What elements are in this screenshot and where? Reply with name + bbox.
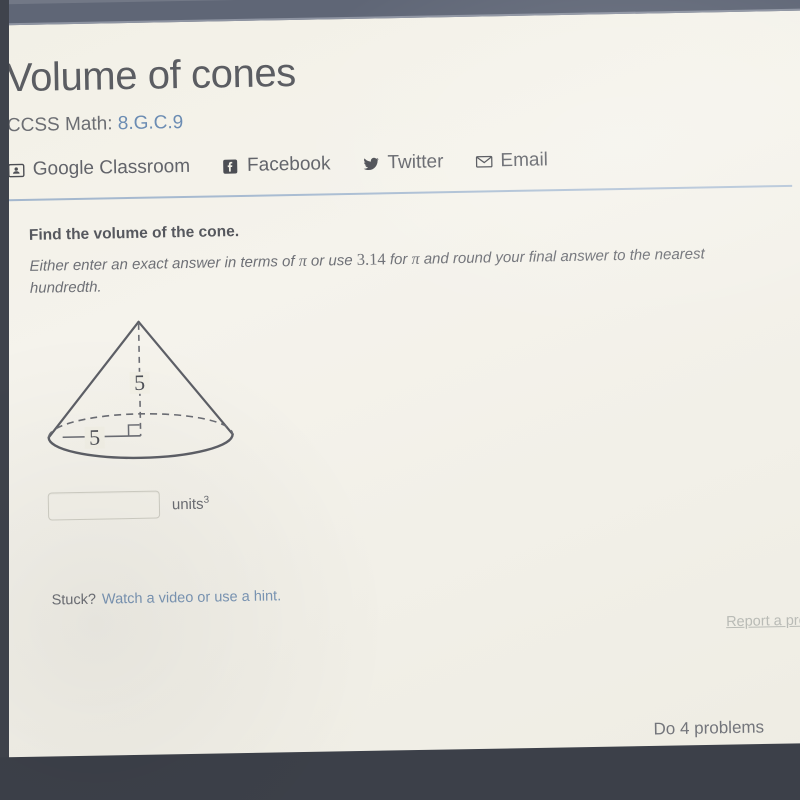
instruction-part-3: for <box>389 250 408 269</box>
share-label: Facebook <box>246 153 331 176</box>
share-twitter[interactable]: Twitter <box>362 151 444 174</box>
cone-left-slant <box>47 320 140 439</box>
instruction-part-1: Either enter an exact answer in terms of <box>29 252 295 275</box>
report-problem-link[interactable]: Report a problem <box>726 612 800 630</box>
screen-left-edge <box>0 0 9 800</box>
units-label: units3 <box>172 495 210 514</box>
answer-row: units3 <box>47 479 798 521</box>
hint-link[interactable]: Watch a video or use a hint. <box>102 588 281 607</box>
page-header: Volume of cones CCSS Math: 8.G.C.9 Googl… <box>0 42 800 202</box>
email-icon <box>475 153 493 170</box>
google-classroom-icon <box>7 161 25 178</box>
exercise-instruction: Either enter an exact answer in terms of… <box>29 240 760 299</box>
cone-diagram-svg: 5 5 <box>47 320 234 460</box>
units-exponent: 3 <box>203 494 210 506</box>
do-problems-label: Do 4 problems <box>653 717 765 739</box>
standard-prefix: CCSS Math: <box>6 113 113 137</box>
photo-of-screen: Volume of cones CCSS Math: 8.G.C.9 Googl… <box>0 0 800 800</box>
cone-figure: 5 5 <box>30 302 797 481</box>
exercise-card: Find the volume of the cone. Either ente… <box>0 212 800 773</box>
standard-row: CCSS Math: 8.G.C.9 <box>7 101 791 137</box>
share-label: Google Classroom <box>32 155 191 180</box>
units-text: units <box>171 495 204 514</box>
facebook-icon <box>222 157 239 174</box>
page-title: Volume of cones <box>5 50 297 101</box>
exercise-prompt: Find the volume of the cone. <box>28 222 240 244</box>
share-facebook[interactable]: Facebook <box>222 153 331 177</box>
cone-height-label: 5 <box>134 370 145 395</box>
pi-symbol-2: π <box>411 250 420 268</box>
share-label: Twitter <box>387 151 444 174</box>
share-google-classroom[interactable]: Google Classroom <box>7 155 191 181</box>
share-email[interactable]: Email <box>475 149 548 172</box>
header-divider <box>8 184 793 202</box>
answer-input[interactable] <box>47 490 161 521</box>
right-angle-marker <box>127 424 140 437</box>
share-label: Email <box>500 149 549 172</box>
page-content: Volume of cones CCSS Math: 8.G.C.9 Googl… <box>0 8 800 773</box>
cone-right-slant <box>137 320 234 436</box>
share-row: Google Classroom Facebook Twitter Email <box>7 145 792 181</box>
cone-base-front <box>47 432 234 460</box>
stuck-label: Stuck? <box>51 591 97 609</box>
toolbar-highlight <box>0 0 800 5</box>
browser-window: Volume of cones CCSS Math: 8.G.C.9 Googl… <box>0 0 800 800</box>
instruction-part-2: or use <box>310 251 353 270</box>
standard-link[interactable]: 8.G.C.9 <box>118 112 184 134</box>
pi-symbol-1: π <box>298 252 307 270</box>
cone-radius-label: 5 <box>89 425 100 450</box>
stuck-row: Stuck? Watch a video or use a hint. <box>51 579 800 609</box>
instruction-pi-value: 3.14 <box>356 249 386 269</box>
twitter-icon <box>362 155 379 172</box>
